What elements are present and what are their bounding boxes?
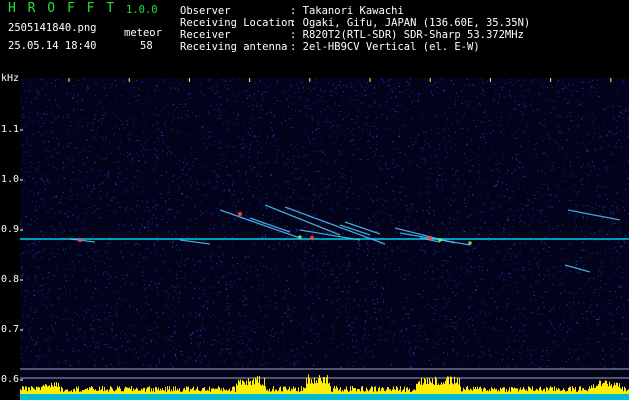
station-label-location: Receiving Location [180,17,294,29]
freq-tick-label: 0.9 [1,224,20,235]
activity-baseline [20,394,629,400]
echo-peak [438,238,442,242]
app-title: H R O F F T [8,1,117,16]
echo-peak [237,211,243,217]
freq-tick-label: 1.1 [1,124,20,135]
echo-peak [427,235,433,241]
station-value-location: : Ogaki, Gifu, JAPAN (136.60E, 35.35N) [290,17,531,29]
echo-peak [309,235,315,241]
y-axis-unit: kHz [1,73,20,84]
echo-peak [77,237,83,243]
meteor-count: 58 [140,40,153,52]
station-value-antenna: : 2el-HB9CV Vertical (el. E-W) [290,41,480,53]
station-value-observer: : Takanori Kawachi [290,5,404,17]
station-label-antenna: Receiving antenna [180,41,288,53]
freq-tick-label: 0.7 [1,324,20,335]
freq-tick-label: 1.0 [1,174,20,185]
station-value-receiver: : R820T2(RTL-SDR) SDR-Sharp 53.372MHz [290,29,524,41]
freq-tick-label: 0.8 [1,274,20,285]
station-label-receiver: Receiver [180,29,231,41]
file-name: 2505141840.png [8,22,97,34]
spectrogram-window: H R O F F T 1.0.0 2505141840.png meteor … [0,0,629,400]
echo-peak [468,241,472,245]
station-label-observer: Observer [180,5,231,17]
file-datetime: 25.05.14 18:40 [8,40,97,52]
meteor-label: meteor [124,27,162,39]
spectrogram-plot [20,78,629,400]
app-version: 1.0.0 [126,4,158,16]
freq-tick-label: 0.6 [1,374,20,385]
echo-peak [298,235,302,239]
